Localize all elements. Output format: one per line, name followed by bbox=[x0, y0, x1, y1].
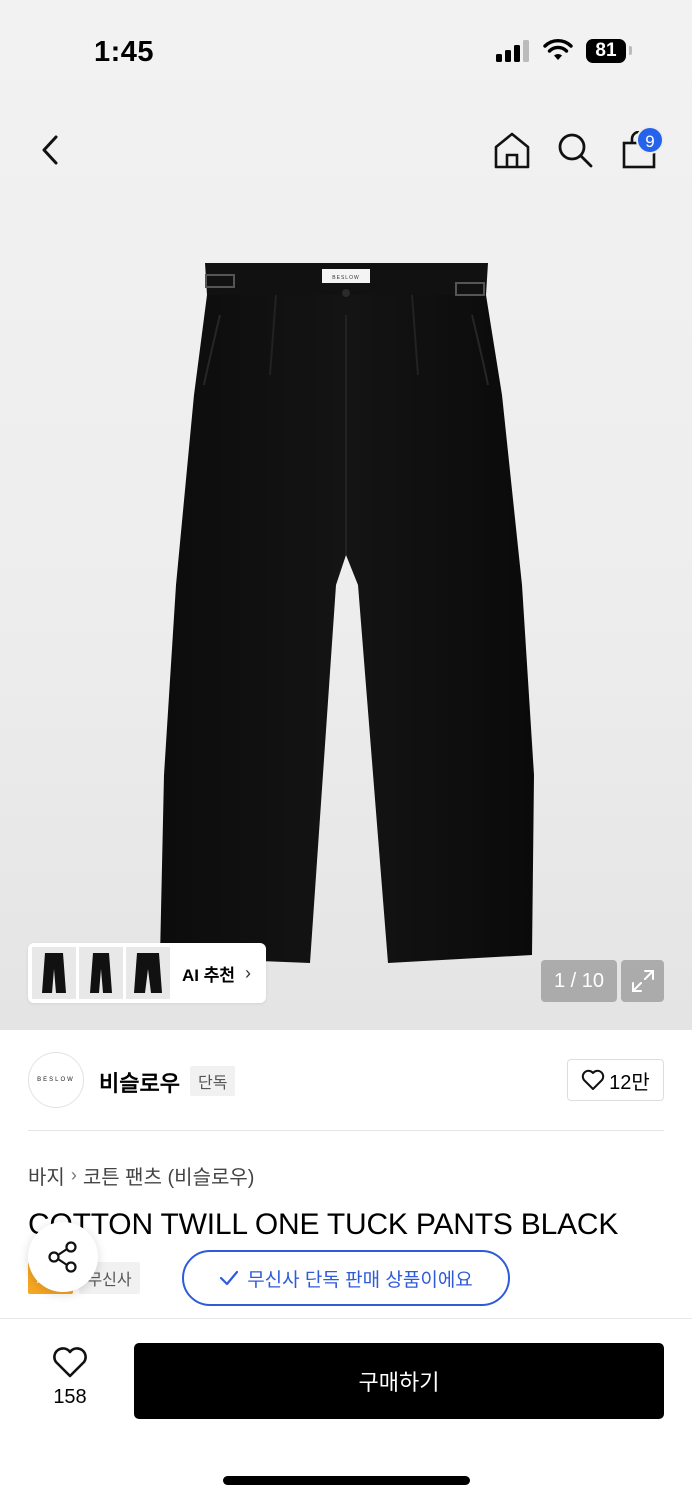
status-time: 1:45 bbox=[94, 36, 155, 68]
share-icon bbox=[48, 1241, 77, 1273]
check-icon bbox=[220, 1270, 239, 1286]
chevron-left-icon bbox=[42, 135, 58, 165]
top-navbar bbox=[0, 120, 692, 180]
thumbnail-3[interactable] bbox=[126, 947, 170, 999]
heart-icon bbox=[581, 1069, 605, 1090]
brand-name[interactable]: 비슬로우 bbox=[99, 1066, 180, 1098]
home-indicator bbox=[223, 1476, 470, 1485]
thumbnail-2[interactable] bbox=[79, 947, 123, 999]
ai-recommend-strip[interactable]: AI 추천 › bbox=[28, 943, 266, 1003]
expand-icon bbox=[631, 970, 654, 992]
back-button[interactable] bbox=[28, 128, 72, 172]
product-image: BESLOW bbox=[160, 263, 534, 963]
wishlist-button[interactable]: 158 bbox=[28, 1347, 112, 1417]
share-button[interactable] bbox=[28, 1222, 98, 1292]
ai-recommend-label: AI 추천 bbox=[182, 965, 236, 985]
waistband-label: BESLOW bbox=[332, 275, 359, 281]
expand-button[interactable] bbox=[621, 960, 664, 1002]
brand-row: BESLOW 비슬로우 단독 12만 bbox=[28, 1052, 664, 1110]
heart-icon bbox=[53, 1347, 87, 1378]
bottom-action-bar: 158 구매하기 bbox=[0, 1318, 692, 1500]
wifi-icon bbox=[543, 39, 573, 60]
wishlist-count: 158 bbox=[53, 1386, 87, 1408]
exclusive-badge: 단독 bbox=[190, 1066, 236, 1096]
product-title: COTTON TWILL ONE TUCK PANTS BLACK bbox=[28, 1208, 619, 1241]
search-icon bbox=[558, 133, 593, 168]
image-counter: 1 / 10 bbox=[541, 960, 617, 1002]
cart-count-badge: 9 bbox=[636, 126, 664, 154]
buy-button[interactable]: 구매하기 bbox=[134, 1343, 664, 1419]
breadcrumb-item-subcategory[interactable]: 코튼 팬츠 (비슬로우) bbox=[83, 1161, 255, 1190]
brand-like-count: 12만 bbox=[609, 1071, 650, 1094]
search-button[interactable] bbox=[553, 128, 597, 172]
thumbnail-1[interactable] bbox=[32, 947, 76, 999]
home-icon bbox=[494, 132, 530, 169]
brand-like-button[interactable]: 12만 bbox=[567, 1059, 664, 1101]
exclusive-toast: 무신사 단독 판매 상품이에요 bbox=[182, 1250, 510, 1306]
battery-tip bbox=[629, 46, 632, 55]
breadcrumb-item-category[interactable]: 바지 bbox=[28, 1161, 65, 1190]
battery-indicator: 81 bbox=[586, 39, 626, 63]
chevron-right-icon: › bbox=[70, 1165, 77, 1185]
divider bbox=[28, 1130, 664, 1131]
home-button[interactable] bbox=[490, 128, 534, 172]
toast-text: 무신사 단독 판매 상품이에요 bbox=[247, 1269, 473, 1291]
brand-logo[interactable]: BESLOW bbox=[28, 1052, 84, 1108]
cellular-signal-icon bbox=[496, 40, 529, 62]
breadcrumb: 바지 › 코튼 팬츠 (비슬로우) bbox=[28, 1161, 254, 1190]
status-bar: 1:45 81 bbox=[0, 0, 692, 100]
chevron-right-icon: › bbox=[245, 962, 252, 983]
